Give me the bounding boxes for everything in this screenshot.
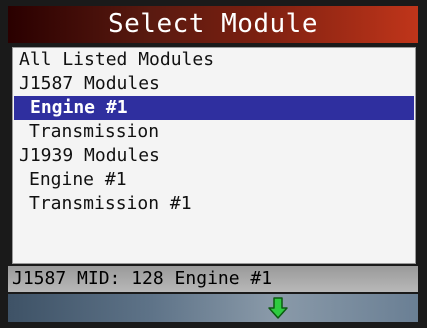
list-item-j1587-engine-1[interactable]: Engine #1 xyxy=(14,96,414,120)
list-item-j1939-engine-1[interactable]: Engine #1 xyxy=(13,168,415,192)
footer-bar xyxy=(8,294,418,322)
module-list[interactable]: All Listed Modules J1587 Modules Engine … xyxy=(12,47,416,264)
list-item-j1587-modules[interactable]: J1587 Modules xyxy=(13,72,415,96)
status-bar: J1587 MID: 128 Engine #1 xyxy=(8,266,418,292)
list-item-j1939-modules[interactable]: J1939 Modules xyxy=(13,144,415,168)
list-item-j1939-transmission-1[interactable]: Transmission #1 xyxy=(13,192,415,216)
list-item-j1587-transmission[interactable]: Transmission xyxy=(13,120,415,144)
screen-title: Select Module xyxy=(8,6,418,43)
list-item-all-listed-modules[interactable]: All Listed Modules xyxy=(13,48,415,72)
arrow-down-icon[interactable] xyxy=(268,297,288,319)
scan-tool-screen: Select Module All Listed Modules J1587 M… xyxy=(0,0,427,328)
